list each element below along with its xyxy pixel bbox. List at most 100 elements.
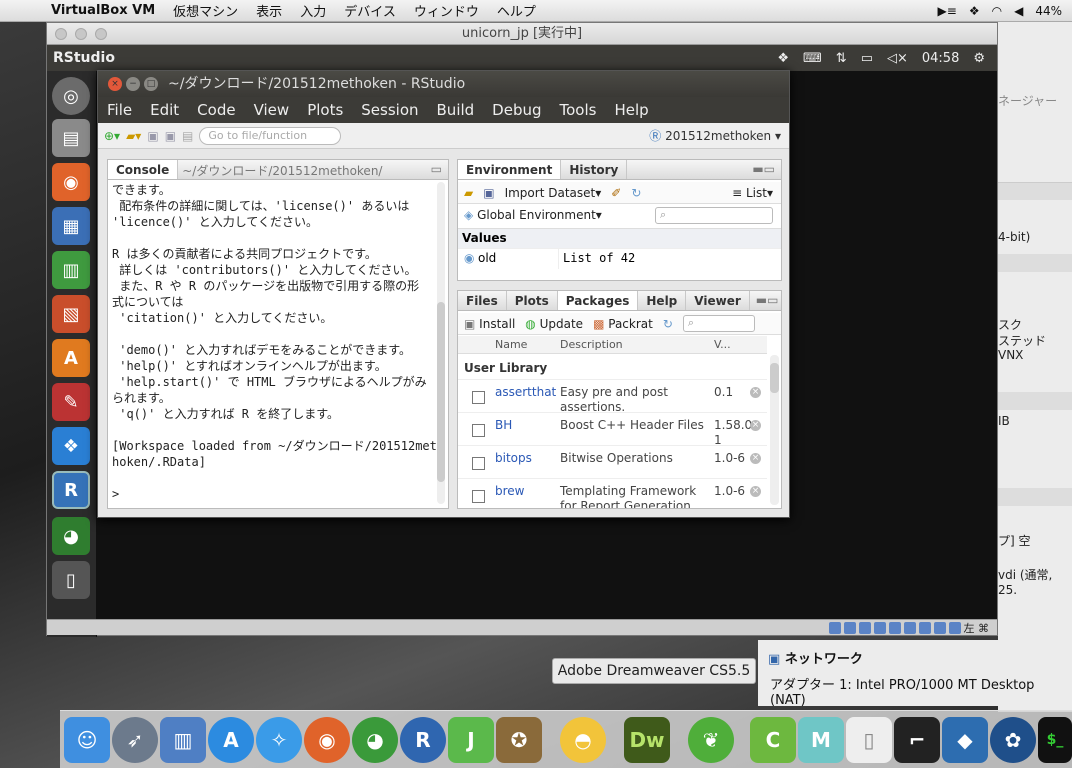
minimize-button[interactable] (75, 28, 87, 40)
menu-item[interactable]: ヘルプ (488, 1, 545, 20)
usb-icon[interactable] (858, 621, 871, 634)
tab-environment[interactable]: Environment (458, 160, 562, 179)
tab-packages[interactable]: Packages (557, 291, 639, 310)
list-view-button[interactable]: ≡ List▾ (732, 186, 781, 200)
dropbox-icon[interactable]: ❖ (969, 4, 980, 18)
mouse-icon[interactable] (948, 621, 961, 634)
remove-package-icon[interactable]: × (750, 420, 761, 431)
rstudio-icon[interactable]: R (52, 471, 90, 509)
terminal-icon[interactable]: ⌐ (894, 717, 940, 763)
firefox-icon[interactable]: ◉ (304, 717, 350, 763)
cd-icon[interactable] (843, 621, 856, 634)
update-button[interactable]: ◍ Update (525, 317, 583, 331)
firefox-icon[interactable]: ◉ (52, 163, 90, 201)
owl-icon[interactable]: ✪ (496, 717, 542, 763)
env-search-input[interactable]: ⌕ (655, 206, 773, 224)
maximize-icon[interactable]: □ (144, 77, 158, 91)
pane-controls-icon[interactable]: ▬▭ (746, 160, 781, 179)
menu-edit[interactable]: Edit (141, 101, 188, 119)
calc-icon[interactable]: ▥ (52, 251, 90, 289)
network-icon[interactable] (903, 621, 916, 634)
package-checkbox[interactable] (472, 391, 485, 404)
minimize-icon[interactable]: − (126, 77, 140, 91)
ubuntu-dash-icon[interactable]: ◎ (52, 77, 90, 115)
package-name-link[interactable]: brew (495, 484, 524, 498)
gear-icon[interactable]: ⚙ (973, 51, 985, 66)
wifi-icon[interactable]: ◠ (992, 4, 1002, 18)
tab-viewer[interactable]: Viewer (686, 291, 750, 310)
volume-icon[interactable]: ◀ (1014, 4, 1023, 18)
packages-search-input[interactable]: ⌕ (682, 315, 755, 332)
close-icon[interactable]: × (108, 77, 122, 91)
evernote-icon[interactable]: ❦ (688, 717, 734, 763)
col-name[interactable]: Name (495, 338, 527, 351)
tab-console[interactable]: Console (108, 160, 179, 179)
menu-item[interactable]: デバイス (335, 1, 405, 20)
impress-icon[interactable]: ▧ (52, 295, 90, 333)
preview-icon[interactable]: ▯ (846, 717, 892, 763)
broom-icon[interactable]: ✐ (611, 186, 621, 200)
expand-icon[interactable]: ◉ (464, 251, 474, 265)
keyboard-icon[interactable]: ⌨ (803, 51, 822, 66)
display-icon[interactable] (888, 621, 901, 634)
hdd-icon[interactable] (828, 621, 841, 634)
keynote-icon[interactable]: ▥ (160, 717, 206, 763)
menu-build[interactable]: Build (428, 101, 484, 119)
writer-icon[interactable]: ▦ (52, 207, 90, 245)
r-icon[interactable]: R (400, 717, 446, 763)
software-center-icon[interactable]: A (52, 339, 90, 377)
packrat-button[interactable]: ▩ Packrat (593, 317, 653, 331)
mute-icon[interactable]: ◁× (887, 51, 908, 66)
chrome-icon[interactable]: ◕ (52, 517, 90, 555)
open-project-icon[interactable]: ▰▾ (126, 129, 141, 143)
bookmark-icon[interactable]: ▶≡ (938, 4, 957, 18)
tab-plots[interactable]: Plots (507, 291, 558, 310)
save-workspace-icon[interactable]: ▣ (483, 186, 494, 200)
cpu-icon[interactable] (933, 621, 946, 634)
menu-view[interactable]: View (245, 101, 299, 119)
network-icon[interactable]: ⇅ (836, 51, 847, 66)
refresh-icon[interactable]: ↻ (663, 317, 673, 331)
sourcetree-icon[interactable]: ✿ (990, 717, 1036, 763)
trash-icon[interactable]: ▯ (52, 561, 90, 599)
package-checkbox[interactable] (472, 457, 485, 470)
package-checkbox[interactable] (472, 424, 485, 437)
goto-file-input[interactable]: Go to file/function (199, 126, 342, 145)
package-checkbox[interactable] (472, 490, 485, 503)
menu-tools[interactable]: Tools (551, 101, 606, 119)
remove-package-icon[interactable]: × (750, 453, 761, 464)
remove-package-icon[interactable]: × (750, 486, 761, 497)
close-button[interactable] (55, 28, 67, 40)
menu-item[interactable]: 入力 (291, 1, 335, 20)
maximize-pane-icon[interactable]: ▭ (425, 160, 448, 179)
menu-file[interactable]: File (98, 101, 141, 119)
menu-session[interactable]: Session (352, 101, 427, 119)
menu-item[interactable]: 表示 (247, 1, 291, 20)
menu-debug[interactable]: Debug (483, 101, 550, 119)
packages-scrollbar[interactable] (770, 355, 779, 505)
project-menu[interactable]: Ⓡ 201512methoken ▾ (649, 127, 789, 144)
capture-icon[interactable] (918, 621, 931, 634)
tab-history[interactable]: History (561, 160, 628, 179)
load-workspace-icon[interactable]: ▰ (464, 186, 473, 200)
clock[interactable]: 04:58 (922, 51, 959, 66)
zoom-button[interactable] (95, 28, 107, 40)
menu-help[interactable]: Help (605, 101, 657, 119)
new-file-icon[interactable]: ⊕▾ (104, 129, 120, 143)
pane-controls-icon[interactable]: ▬▭ (750, 291, 785, 310)
mendeley-icon[interactable]: M (798, 717, 844, 763)
finder-icon[interactable]: ☺ (64, 717, 110, 763)
menu-item[interactable]: ウィンドウ (405, 1, 488, 20)
dropbox-icon[interactable]: ❖ (52, 427, 90, 465)
package-name-link[interactable]: bitops (495, 451, 532, 465)
save-all-icon[interactable]: ▣ (165, 129, 176, 143)
coteditor-icon[interactable]: C (750, 717, 796, 763)
remove-package-icon[interactable]: × (750, 387, 761, 398)
settings-icon[interactable]: ✎ (52, 383, 90, 421)
install-button[interactable]: ▣ Install (464, 317, 515, 331)
tab-files[interactable]: Files (458, 291, 507, 310)
menu-app[interactable]: VirtualBox VM (42, 3, 164, 18)
battery-icon[interactable]: ▭ (861, 51, 873, 66)
cyberduck-icon[interactable]: ◓ (560, 717, 606, 763)
appstore-icon[interactable]: A (208, 717, 254, 763)
